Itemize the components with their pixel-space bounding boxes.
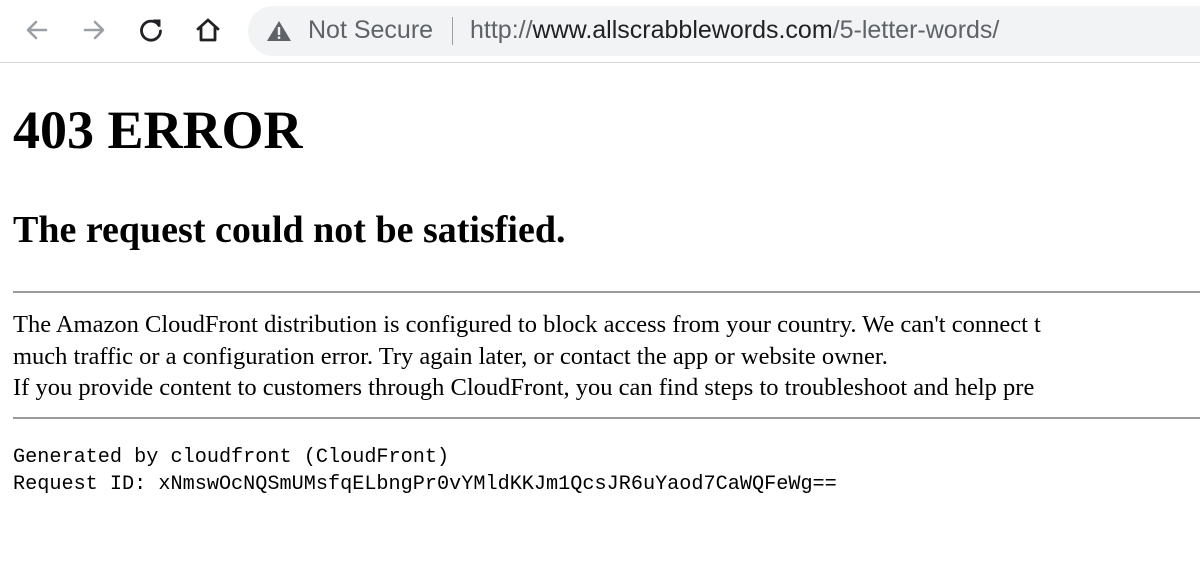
generated-by-text: Generated by cloudfront (CloudFront) (13, 446, 450, 469)
reload-icon (137, 16, 165, 44)
error-heading: 403 ERROR (13, 100, 303, 160)
url-text[interactable]: http://www.allscrabblewords.com/5-letter… (470, 16, 999, 45)
error-subheading: The request could not be satisfied. (13, 209, 566, 251)
error-description-line: If you provide content to customers thro… (13, 374, 1035, 401)
url-host: www.allscrabblewords.com (532, 16, 833, 44)
request-id-text: Request ID: xNmswOcNQSmUMsfqELbngPr0vYMl… (13, 473, 837, 496)
security-status-label[interactable]: Not Secure (308, 16, 433, 45)
arrow-right-icon (81, 17, 107, 43)
address-bar[interactable]: Not Secure http://www.allscrabblewords.c… (248, 6, 1200, 56)
arrow-left-icon (24, 17, 50, 43)
address-bar-divider (452, 17, 453, 45)
error-description-line: much traffic or a configuration error. T… (13, 342, 888, 370)
error-description-line: The Amazon CloudFront distribution is co… (13, 311, 1041, 338)
home-button[interactable] (190, 12, 226, 48)
url-path: /5-letter-words/ (832, 16, 1000, 44)
reload-button[interactable] (133, 12, 169, 48)
forward-button[interactable] (76, 12, 112, 48)
back-button[interactable] (19, 12, 55, 48)
page-content: 403 ERROR The request could not be satis… (0, 63, 1200, 564)
error-description: The Amazon CloudFront distribution is co… (13, 309, 1200, 404)
url-protocol: http:// (470, 16, 533, 44)
warning-triangle-icon[interactable] (266, 19, 292, 43)
error-footer: Generated by cloudfront (CloudFront) Req… (13, 444, 837, 498)
divider-bottom (13, 417, 1200, 419)
browser-toolbar: Not Secure http://www.allscrabblewords.c… (0, 0, 1200, 63)
divider-top (13, 291, 1200, 293)
home-icon (194, 16, 222, 44)
